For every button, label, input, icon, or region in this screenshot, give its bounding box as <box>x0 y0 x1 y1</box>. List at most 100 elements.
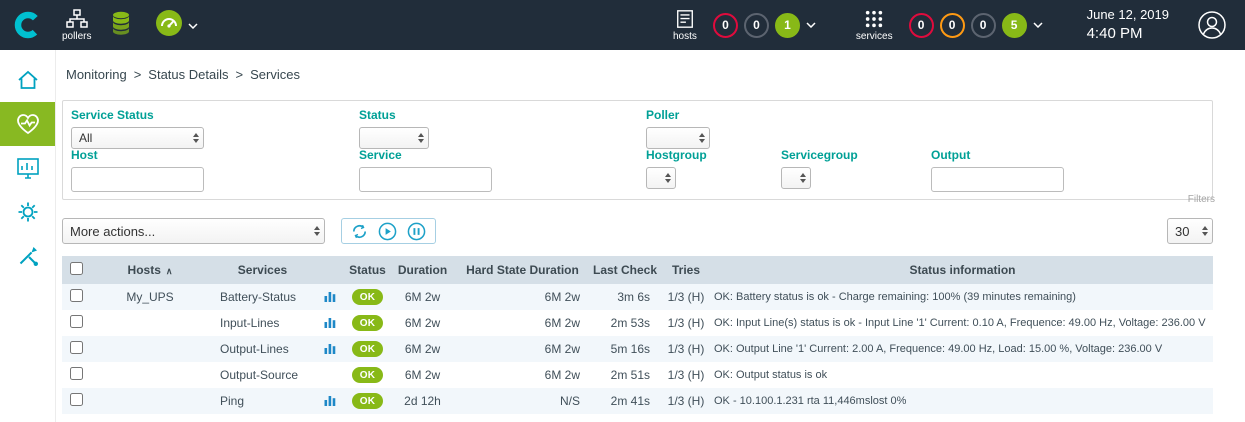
row-checkbox[interactable] <box>70 367 83 380</box>
host-input[interactable] <box>71 167 204 192</box>
column-header-duration[interactable]: Duration <box>390 256 455 284</box>
table-row: Output-Source OK 6M 2w 6M 2w 2m 51s 1/3 … <box>62 362 1213 388</box>
select-arrows-icon <box>314 226 320 236</box>
row-checkbox[interactable] <box>70 315 83 328</box>
servicegroup-select[interactable] <box>781 167 811 189</box>
host-link[interactable]: My_UPS <box>90 284 210 310</box>
row-checkbox[interactable] <box>70 289 83 302</box>
servicegroup-label: Servicegroup <box>781 148 858 162</box>
status-information-cell: OK: Output Line '1' Current: 2.00 A, Fre… <box>712 336 1213 362</box>
status-label: Status <box>359 108 429 122</box>
duration-cell: 2d 12h <box>390 388 455 414</box>
status-counter-badge[interactable]: 1 <box>775 13 800 38</box>
more-actions-select[interactable]: More actions... <box>62 218 325 244</box>
sidebar-item-administration[interactable] <box>0 234 55 278</box>
status-counter-badge[interactable]: 0 <box>909 13 934 38</box>
sidebar-item-reporting[interactable] <box>0 146 55 190</box>
service-input[interactable] <box>359 167 492 192</box>
service-link[interactable]: Battery-Status <box>210 284 315 310</box>
pollers-label: pollers <box>62 31 91 42</box>
status-counter-badge[interactable]: 0 <box>971 13 996 38</box>
hosts-menu[interactable]: hosts <box>673 9 697 42</box>
tries-cell: 1/3 (H) <box>660 388 712 414</box>
service-link[interactable]: Output-Lines <box>210 336 315 362</box>
gauge-icon <box>155 9 183 42</box>
last-check-cell: 5m 16s <box>590 336 660 362</box>
pollers-button[interactable]: pollers <box>62 9 91 42</box>
service-link[interactable]: Output-Source <box>210 362 315 388</box>
centreon-logo[interactable] <box>0 0 56 50</box>
database-icon[interactable] <box>109 10 133 41</box>
tools-icon <box>16 244 40 268</box>
column-header-hard-state-duration[interactable]: Hard State Duration <box>455 256 590 284</box>
status-counter-badge[interactable]: 0 <box>713 13 738 38</box>
sidebar-item-configuration[interactable] <box>0 190 55 234</box>
status-counter-badge[interactable]: 0 <box>940 13 965 38</box>
hard-state-duration-cell: 6M 2w <box>455 336 590 362</box>
status-information-cell: OK: Battery status is ok - Charge remain… <box>712 284 1213 310</box>
hosts-label: hosts <box>673 31 697 42</box>
last-check-cell: 2m 53s <box>590 310 660 336</box>
page-size-select[interactable]: 30 <box>1167 218 1213 244</box>
column-header-hosts[interactable]: Hosts∧ <box>90 256 210 284</box>
service-label: Service <box>359 148 492 162</box>
host-link[interactable] <box>90 336 210 362</box>
sidebar-item-monitoring[interactable] <box>0 102 55 146</box>
host-link[interactable] <box>90 362 210 388</box>
status-counter-badge[interactable]: 5 <box>1002 13 1027 38</box>
status-badge: OK <box>352 341 384 357</box>
status-information-cell: OK: Input Line(s) status is ok - Input L… <box>712 310 1213 336</box>
service-status-select[interactable]: All <box>71 127 204 149</box>
graph-icon[interactable] <box>324 316 336 328</box>
row-checkbox[interactable] <box>70 341 83 354</box>
column-header-services[interactable]: Services <box>210 256 315 284</box>
sidebar <box>0 50 56 422</box>
service-link[interactable]: Input-Lines <box>210 310 315 336</box>
select-all-checkbox[interactable] <box>70 262 83 275</box>
chevron-down-icon <box>188 16 198 34</box>
graph-icon[interactable] <box>324 290 336 302</box>
chevron-down-icon[interactable] <box>806 22 816 28</box>
hard-state-duration-cell: 6M 2w <box>455 362 590 388</box>
hostgroup-select[interactable] <box>646 167 676 189</box>
last-check-cell: 2m 51s <box>590 362 660 388</box>
pollers-icon <box>66 9 88 29</box>
host-link[interactable] <box>90 388 210 414</box>
status-information-cell: OK - 10.100.1.231 rta 11,446mslost 0% <box>712 388 1213 414</box>
status-counter-badge[interactable]: 0 <box>744 13 769 38</box>
status-select[interactable] <box>359 127 429 149</box>
output-label: Output <box>931 148 1064 162</box>
pause-button[interactable] <box>407 222 426 241</box>
breadcrumb-item[interactable]: Services <box>250 67 300 82</box>
output-input[interactable] <box>931 167 1064 192</box>
refresh-button[interactable] <box>351 223 368 240</box>
platform-status-button[interactable] <box>155 9 198 42</box>
column-header-last-check[interactable]: Last Check <box>590 256 660 284</box>
time-label: 4:40 PM <box>1087 24 1169 44</box>
column-header-status-information[interactable]: Status information <box>712 256 1213 284</box>
more-actions-value: More actions... <box>70 224 155 239</box>
status-badge: OK <box>352 393 384 409</box>
status-badge: OK <box>352 289 384 305</box>
play-button[interactable] <box>378 222 397 241</box>
column-header-tries[interactable]: Tries <box>660 256 712 284</box>
hard-state-duration-cell: 6M 2w <box>455 284 590 310</box>
row-checkbox[interactable] <box>70 393 83 406</box>
graph-icon[interactable] <box>324 342 336 354</box>
sidebar-item-home[interactable] <box>0 58 55 102</box>
breadcrumb-item[interactable]: Status Details <box>148 67 228 82</box>
poller-select[interactable] <box>646 127 710 149</box>
chevron-down-icon[interactable] <box>1033 22 1043 28</box>
column-header-status[interactable]: Status <box>345 256 390 284</box>
home-icon <box>16 69 40 91</box>
services-menu[interactable]: services <box>856 9 893 42</box>
host-link[interactable] <box>90 310 210 336</box>
filters-caption[interactable]: Filters <box>1188 194 1215 205</box>
hard-state-duration-cell: N/S <box>455 388 590 414</box>
user-account-button[interactable] <box>1197 10 1227 40</box>
status-information-cell: OK: Output status is ok <box>712 362 1213 388</box>
breadcrumb-item[interactable]: Monitoring <box>66 67 127 82</box>
graph-icon[interactable] <box>324 394 336 406</box>
service-link[interactable]: Ping <box>210 388 315 414</box>
action-buttons <box>341 218 436 244</box>
